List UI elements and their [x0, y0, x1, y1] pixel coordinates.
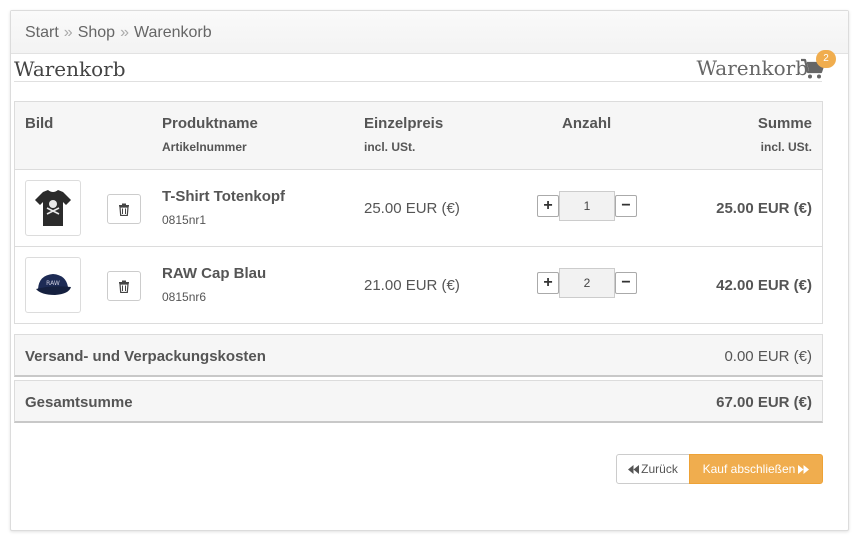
header-unit-price-label: Einzelpreis: [364, 115, 444, 132]
back-button[interactable]: Zurück: [616, 454, 690, 484]
header-total: Summe incl. USt.: [758, 115, 812, 154]
header-unit-price: Einzelpreis incl. USt.: [364, 115, 443, 154]
breadcrumb: Start» Shop» Warenkorb: [11, 11, 848, 54]
cap-image: RAW: [36, 274, 71, 295]
checkout-button[interactable]: Kauf abschließen: [689, 454, 823, 484]
header-article-number: Artikelnummer: [162, 140, 247, 154]
header-total-sub: incl. USt.: [760, 140, 812, 154]
back-button-label[interactable]: Zurück: [641, 462, 678, 476]
cart-table-header: Bild Produktname Artikelnummer Einzelpre…: [15, 102, 822, 170]
cart-link[interactable]: Warenkorb: [696, 56, 808, 80]
breadcrumb-shop[interactable]: Shop: [78, 24, 115, 41]
quantity-stepper: + 1 −: [537, 191, 637, 221]
increase-quantity-button[interactable]: +: [537, 195, 559, 217]
breadcrumb-current: Warenkorb: [133, 24, 212, 41]
table-row: T-Shirt Totenkopf 0815nr1 25.00 EUR (€) …: [15, 170, 822, 247]
breadcrumb-separator: »: [63, 24, 73, 41]
forward-icon: [798, 464, 810, 474]
increase-quantity-button[interactable]: +: [537, 272, 559, 294]
article-number: 0815nr6: [162, 290, 207, 304]
product-name-link[interactable]: RAW Cap Blau: [162, 265, 266, 282]
header-quantity: Anzahl: [562, 115, 612, 132]
shipping-value: 0.00 EUR (€): [724, 348, 812, 365]
breadcrumb-separator: »: [120, 24, 129, 41]
header-unit-price-sub: incl. USt.: [364, 140, 416, 154]
cart-link-label[interactable]: Warenkorb: [696, 56, 808, 80]
header-image: Bild: [25, 115, 54, 132]
decrease-quantity-button[interactable]: −: [615, 195, 637, 217]
grand-total-label: Gesamtsumme: [25, 394, 133, 411]
quantity-input[interactable]: 1: [559, 191, 615, 221]
header-total-label: Summe: [757, 115, 812, 132]
table-row: RAW RAW Cap Blau 0815nr6 21.00 EUR (€) +…: [15, 247, 822, 324]
page-heading-row: Warenkorb Warenkorb 2: [14, 50, 836, 82]
row-total: 42.00 EUR (€): [716, 277, 812, 294]
trash-icon: [119, 203, 129, 216]
cart-table: Bild Produktname Artikelnummer Einzelpre…: [14, 101, 823, 324]
header-product: Produktname Artikelnummer: [162, 115, 258, 154]
trash-icon: [119, 280, 129, 293]
product-thumbnail[interactable]: [25, 180, 81, 236]
decrease-quantity-button[interactable]: −: [615, 272, 637, 294]
quantity-input[interactable]: 2: [559, 268, 615, 298]
svg-text:RAW: RAW: [46, 280, 60, 287]
row-total: 25.00 EUR (€): [716, 200, 812, 217]
unit-price: 21.00 EUR (€): [364, 277, 460, 294]
checkout-button-label[interactable]: Kauf abschließen: [703, 462, 796, 476]
product-name-link[interactable]: T-Shirt Totenkopf: [162, 188, 285, 205]
header-product-name: Produktname: [162, 115, 258, 132]
tshirt-image: [35, 190, 71, 226]
product-thumbnail[interactable]: RAW: [25, 257, 81, 313]
grand-total-value: 67.00 EUR (€): [716, 394, 812, 411]
quantity-stepper: + 2 −: [537, 268, 637, 298]
unit-price: 25.00 EUR (€): [364, 200, 460, 217]
grand-total-row: Gesamtsumme 67.00 EUR (€): [14, 380, 823, 423]
backward-icon: [628, 464, 640, 474]
remove-item-button[interactable]: [107, 271, 141, 301]
cart-count-badge: 2: [816, 50, 836, 68]
page-title: Warenkorb: [14, 57, 126, 81]
breadcrumb-start[interactable]: Start: [25, 24, 59, 41]
article-number: 0815nr1: [162, 213, 207, 227]
shipping-row: Versand- und Verpackungskosten 0.00 EUR …: [14, 334, 823, 377]
shipping-label: Versand- und Verpackungskosten: [25, 348, 266, 365]
remove-item-button[interactable]: [107, 194, 141, 224]
